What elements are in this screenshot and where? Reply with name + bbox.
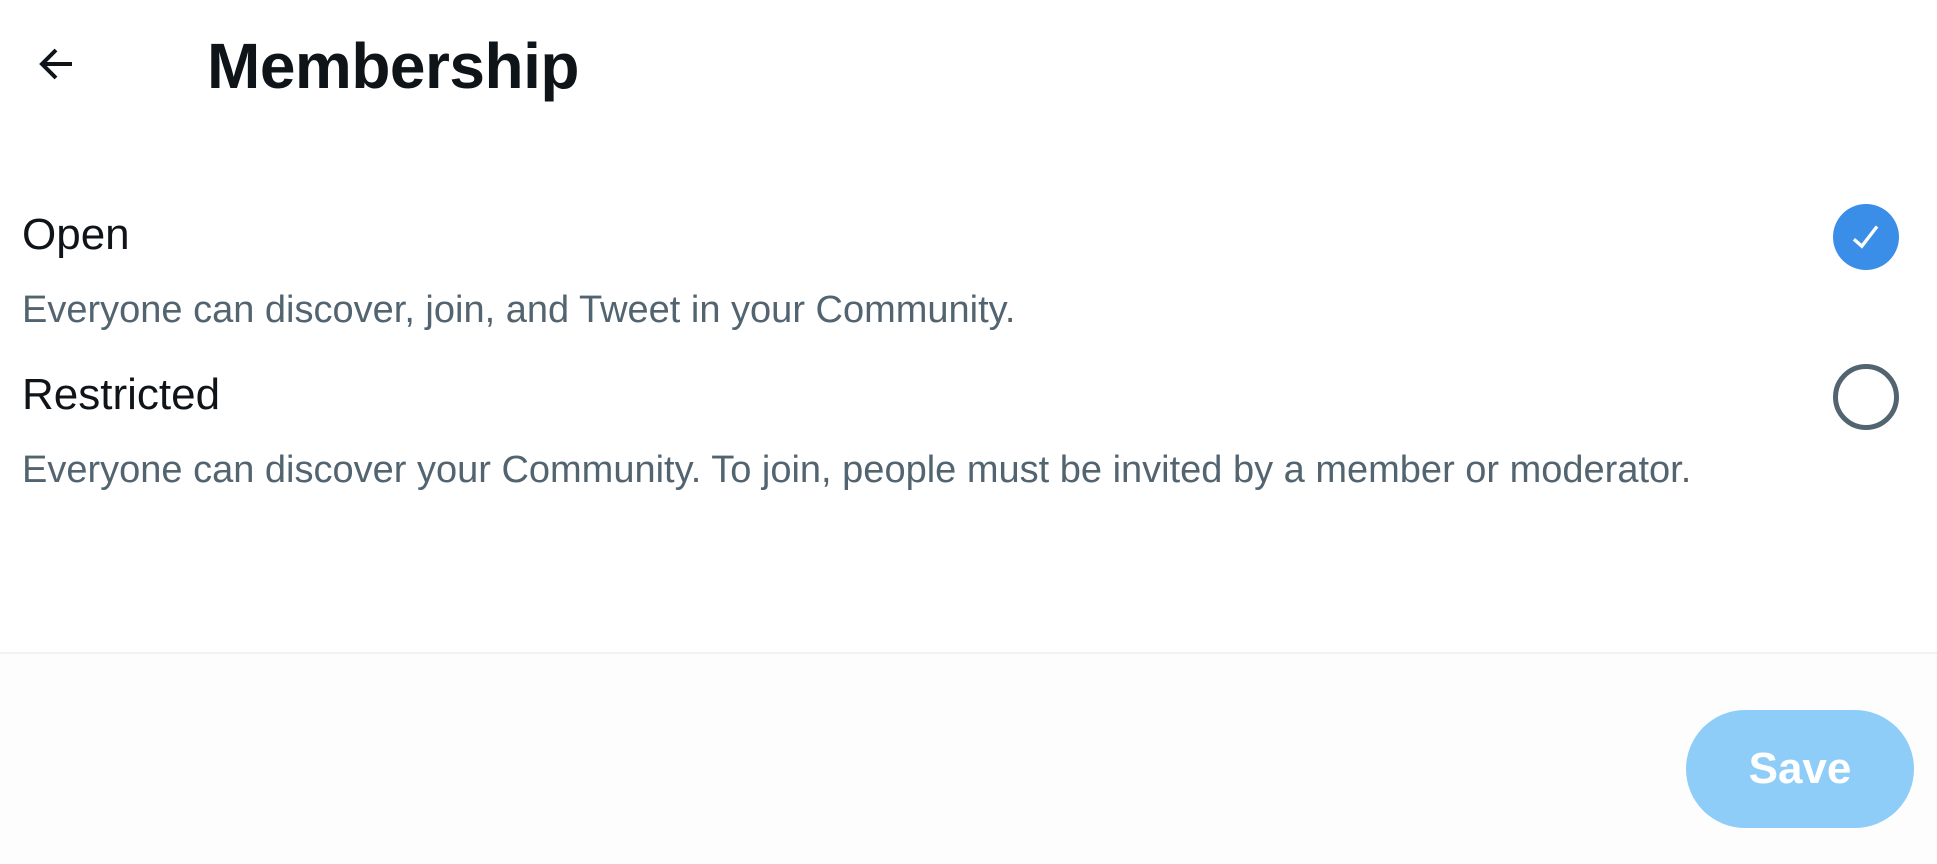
header: Membership	[0, 0, 1937, 130]
footer	[0, 654, 1937, 864]
radio-restricted-unchecked[interactable]	[1833, 364, 1899, 430]
arrow-left-icon	[39, 48, 72, 80]
save-button[interactable]: Save	[1686, 710, 1914, 828]
checkmark-icon	[1852, 225, 1879, 249]
option-description: Everyone can discover your Community. To…	[22, 449, 1692, 491]
option-open[interactable]: Open Everyone can discover, join, and Tw…	[0, 200, 1937, 340]
option-label: Open	[22, 210, 130, 259]
page-title: Membership	[207, 30, 579, 102]
membership-page: Membership Open Everyone can discover, j…	[0, 0, 1937, 864]
option-description: Everyone can discover, join, and Tweet i…	[22, 289, 1016, 331]
option-restricted[interactable]: Restricted Everyone can discover your Co…	[0, 360, 1937, 550]
radio-open-checked[interactable]	[1833, 204, 1899, 270]
option-label: Restricted	[22, 370, 221, 419]
back-button[interactable]	[22, 30, 90, 98]
